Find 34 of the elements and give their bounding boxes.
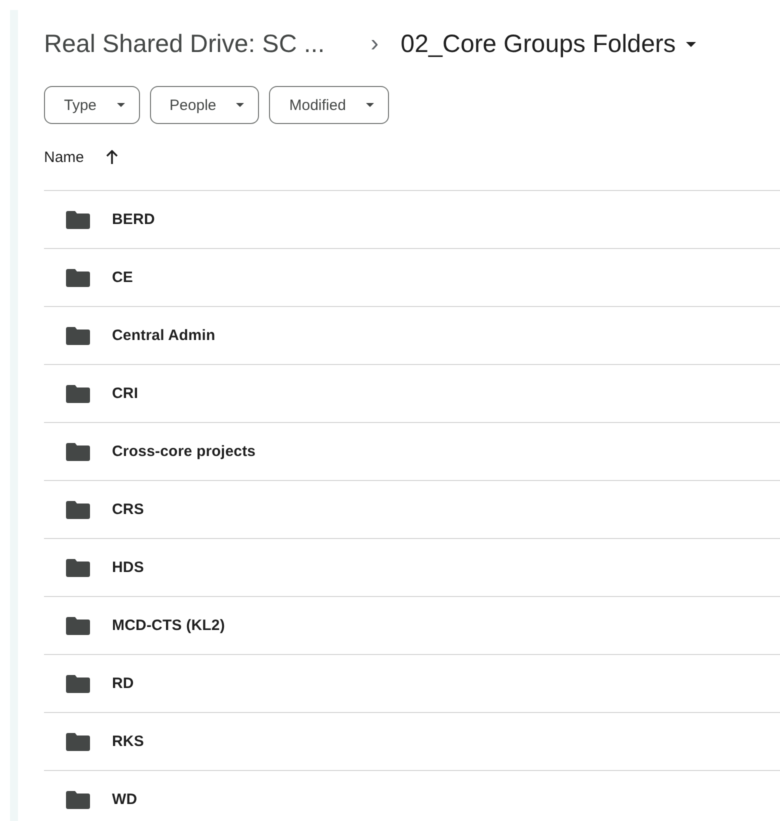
folder-icon [66,500,90,518]
filter-chip[interactable]: Type [44,86,140,124]
filter-chip[interactable]: Modified [269,86,389,124]
caret-icon [116,103,125,107]
breadcrumb-separator: › [370,30,379,58]
folder-icon [66,616,90,634]
folder-name[interactable]: Central Admin [112,327,216,344]
folder-name[interactable]: CRI [112,385,138,402]
folder-icon [66,384,90,402]
folder-name[interactable]: WD [112,791,138,808]
folder-name[interactable]: RKS [112,733,144,750]
folder-name[interactable]: CE [112,269,134,286]
folder-name[interactable]: CRS [112,501,144,518]
filter-chip[interactable]: People [150,86,260,124]
sort-ascending-icon[interactable] [106,150,118,164]
folder-name[interactable]: MCD-CTS (KL2) [112,617,225,634]
folder-icon [66,326,90,344]
current-folder-button[interactable]: 02_Core Groups Folders [400,30,696,58]
folder-name[interactable]: HDS [112,559,144,576]
folder-name[interactable]: Cross-core projects [112,443,256,460]
folder-icon [66,268,90,286]
caret-icon [366,103,374,107]
folder-icon [66,558,90,576]
folder-name[interactable]: RD [112,675,134,692]
breadcrumb-parent-link[interactable]: Real Shared Drive: SC ... [44,30,325,58]
folder-icon [66,732,90,750]
column-header[interactable]: Name [44,148,84,166]
folder-icon [66,674,90,692]
folder-icon [66,790,90,808]
folder-icon [66,210,90,228]
caret-icon [236,103,244,107]
caret-icon [686,42,696,46]
folder-name[interactable]: BERD [112,211,155,228]
folder-icon [66,442,90,460]
